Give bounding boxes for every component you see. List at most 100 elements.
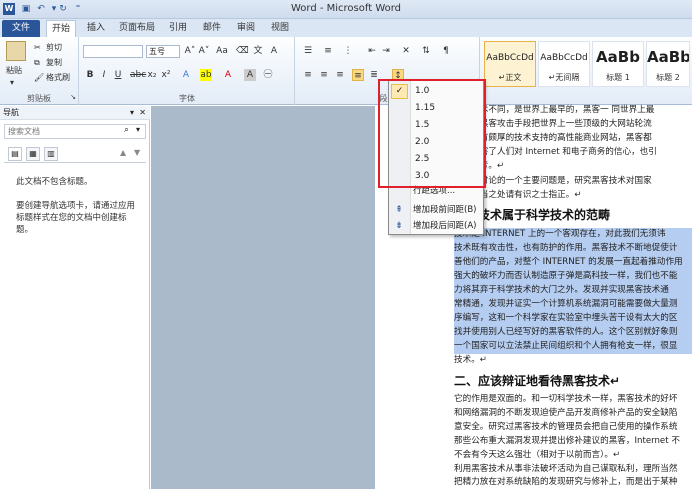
highlight-icon[interactable]: ab (200, 69, 212, 81)
style-heading2[interactable]: AaBb 标题 2 (646, 41, 690, 87)
copy-icon[interactable]: ⧉ (34, 57, 40, 68)
format-painter-button[interactable]: 格式刷 (46, 72, 70, 83)
strikethrough-icon[interactable]: abc (130, 69, 146, 81)
align-left-icon[interactable]: ≡ (302, 69, 314, 81)
doc-line[interactable]: 那些公布重大漏洞发现并提出修补建议的黑客，Internet 不 (454, 435, 692, 449)
doc-selected-line[interactable]: 序编写，这和一个科学家在实验室中埋头苦干设有太大的区 (454, 312, 692, 326)
nav-pane-menu-icon[interactable]: ▾ (130, 106, 134, 120)
add-space-after[interactable]: 增加段后间距(A) (413, 220, 476, 233)
tab-references[interactable]: 引用 (166, 20, 190, 37)
format-painter-icon[interactable]: 🖌 (34, 72, 44, 83)
multilevel-list-icon[interactable]: ⋮ (342, 45, 354, 57)
shrink-font-icon[interactable]: A˅ (198, 45, 210, 57)
italic-icon[interactable]: I (98, 69, 110, 81)
clear-format-icon[interactable]: ⌫ (236, 45, 249, 57)
tab-review[interactable]: 审阅 (234, 20, 258, 37)
style-no-spacing-name: ↵无间隔 (548, 73, 580, 82)
text-effects-icon[interactable]: A (180, 69, 192, 81)
add-space-before-icon: ⇞ (395, 205, 403, 215)
add-space-before[interactable]: 增加段前间距(B) (413, 204, 476, 217)
results-view-icon[interactable]: ▥ (44, 147, 58, 161)
numbering-icon[interactable]: ≡ (322, 45, 334, 57)
doc-heading-2[interactable]: 二、应该辩证地看待黑客技术↵ (454, 372, 620, 389)
search-dropdown-icon[interactable]: ▾ (136, 125, 140, 134)
styles-gallery: AaBbCcDd ↵正文 AaBbCcDd ↵无间隔 AaBb 标题 1 AaB… (482, 37, 692, 105)
doc-selected-line[interactable]: 技术既有攻击性，也有防护的作用。黑客技术不断地促使计 (454, 242, 692, 256)
pages-view-icon[interactable]: ▦ (26, 147, 40, 161)
bullets-icon[interactable]: ☰ (302, 45, 314, 57)
align-right-icon[interactable]: ≡ (334, 69, 346, 81)
doc-line[interactable]: 术的思考。↵ (454, 160, 692, 174)
doc-line[interactable]: 利用黑客技术从事非法破坏活动为自己谋取私利，理所当然 (454, 463, 692, 477)
cut-icon[interactable]: ✂ (34, 42, 41, 53)
superscript-icon[interactable]: x² (160, 69, 172, 81)
nav-pane-header: 导航 ▾ ✕ (0, 106, 150, 120)
change-case-icon[interactable]: Aa (216, 45, 228, 57)
font-group-label: 字体 (179, 94, 195, 103)
paste-dropdown-icon[interactable]: ▾ (10, 77, 14, 88)
doc-line[interactable]: 普通的黑客攻击手段把世界上一些顶级的大网站轮流 (454, 118, 692, 132)
doc-line[interactable]: 不会有今天这么强壮（相对于以前而言）。↵ (454, 449, 692, 463)
grow-font-icon[interactable]: A˄ (184, 45, 196, 57)
next-arrow-icon[interactable]: ▼ (134, 148, 140, 157)
cut-button[interactable]: 剪切 (46, 42, 62, 53)
doc-line[interactable]: 它的作用是双面的。和一切科学技术一样，黑客技术的好坏 (454, 393, 692, 407)
bold-icon[interactable]: B (84, 69, 96, 81)
clipboard-group: 粘贴 ▾ ✂ 剪切 ⧉ 复制 🖌 格式刷 剪贴板 ↘ (0, 37, 79, 105)
headings-view-icon[interactable]: ▤ (8, 147, 22, 161)
phonetic-guide-icon[interactable]: 文 (252, 45, 264, 57)
align-center-icon[interactable]: ≡ (318, 69, 330, 81)
tab-mailings[interactable]: 邮件 (200, 20, 224, 37)
paste-icon[interactable] (6, 41, 26, 61)
doc-selected-line[interactable]: 善他们的产品，对整个 INTERNET 的发展一直起着推动作用 (454, 256, 692, 270)
decrease-indent-icon[interactable]: ⇤ (366, 45, 378, 57)
tab-insert[interactable]: 插入 (84, 20, 108, 37)
font-name-combo[interactable] (83, 45, 143, 58)
nav-empty-hint: 要创建导航选项卡，请通过应用标题样式在您的文档中创建标题。 (16, 201, 136, 235)
style-heading1-preview: AaBb (596, 48, 640, 66)
doc-line[interactable]: 技术。↵ (454, 354, 692, 368)
char-shading-icon[interactable]: A (244, 69, 256, 81)
doc-line[interactable]: 度上损害了人们对 Internet 和电子商务的信心，也引 (454, 146, 692, 160)
doc-line[interactable]: 意安全。研究过黑客技术的管理员会把自己使用的操作系统 (454, 421, 692, 435)
doc-selected-line[interactable]: 一个国家可以立法禁止民间组织和个人拥有枪支一样，很显 (454, 340, 692, 354)
doc-selected-line[interactable]: 找并使用别人已经写好的黑客软件的人。这个区别就好象则 (454, 326, 692, 340)
clipboard-launcher-icon[interactable]: ↘ (70, 92, 76, 103)
doc-line[interactable]: 这里要讨论的一个主要问题是，研究黑客技术对国家 (454, 175, 692, 189)
style-no-spacing[interactable]: AaBbCcDd ↵无间隔 (538, 41, 590, 87)
style-heading2-preview: AaBb (647, 48, 690, 66)
underline-icon[interactable]: U (112, 69, 124, 81)
justify-icon[interactable]: ≡ (352, 69, 364, 81)
sort-icon[interactable]: ⇅ (420, 45, 432, 57)
search-icon[interactable]: ⌕ (124, 125, 129, 135)
tab-file[interactable]: 文件 (2, 20, 40, 37)
tab-view[interactable]: 视图 (268, 20, 292, 37)
tab-page-layout[interactable]: 页面布局 (116, 20, 158, 37)
doc-selected-line[interactable]: 技术是 INTERNET 上的一个客观存在，对此我们无须讳 (454, 228, 692, 242)
tab-home[interactable]: 开始 (46, 20, 76, 37)
style-no-spacing-preview: AaBbCcDd (540, 53, 588, 63)
paste-button[interactable]: 粘贴 (6, 65, 22, 76)
doc-selected-line[interactable]: 力将其弃于科学技术的大门之外。发现并实现黑客技术通 (454, 284, 692, 298)
font-size-combo[interactable]: 五号 (146, 45, 180, 58)
char-border-icon[interactable]: A (268, 45, 280, 57)
subscript-icon[interactable]: x₂ (146, 69, 158, 81)
doc-line[interactable]: 法，不当之处请有识之士指正。↵ (454, 189, 692, 203)
enclose-char-icon[interactable]: ㊀ (262, 69, 274, 81)
style-normal[interactable]: AaBbCcDd ↵正文 (484, 41, 536, 87)
copy-button[interactable]: 复制 (46, 57, 62, 68)
asian-layout-icon[interactable]: ✕ (400, 45, 412, 57)
style-heading1[interactable]: AaBb 标题 1 (592, 41, 644, 87)
doc-line[interactable]: 把精力放在对系统缺陷的发现研究与修补上，而是出于某种 (454, 476, 692, 489)
doc-line[interactable]: 这样具有颇厚的技术支持的高性能商业网站，黑客都 (454, 132, 692, 146)
font-color-icon[interactable]: A (222, 69, 234, 81)
doc-line[interactable]: 和网络漏洞的不断发现迫使产品开发商修补产品的安全缺陷 (454, 407, 692, 421)
show-marks-icon[interactable]: ¶ (440, 45, 452, 57)
previous-arrow-icon[interactable]: ▲ (120, 148, 126, 157)
nav-view-tabs: ▤ ▦ ▥ ▲ ▼ (4, 145, 146, 163)
doc-selected-line[interactable]: 常精通，发现并证实一个计算机系统漏洞可能需要做大量测 (454, 298, 692, 312)
doc-selected-line[interactable]: 强大的破坏力而否认制造原子弹是高科技一样，我们也不能 (454, 270, 692, 284)
increase-indent-icon[interactable]: ⇥ (380, 45, 392, 57)
nav-pane-close-icon[interactable]: ✕ (139, 106, 146, 120)
doc-line[interactable]: 黑客技术不同，是世界上最早的，黑客一 同世界上最 (454, 104, 692, 118)
